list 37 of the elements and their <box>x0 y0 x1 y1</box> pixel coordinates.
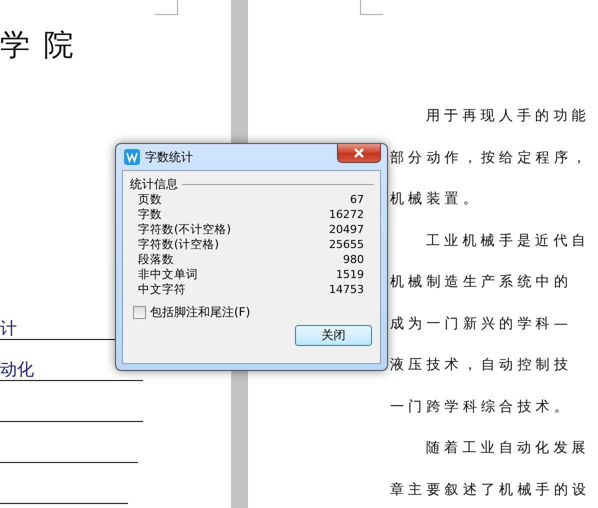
stat-value: 20497 <box>329 222 364 237</box>
text-line: 章主要叙述了机械手的设 <box>390 482 590 498</box>
text-line: 用于再现人手的功能 <box>426 108 590 124</box>
stat-value: 16272 <box>329 207 364 222</box>
stat-value: 25655 <box>329 237 364 252</box>
page-heading: 学 院 <box>0 28 77 64</box>
app-icon <box>124 149 140 165</box>
stat-label: 段落数 <box>138 252 175 267</box>
close-button[interactable]: 关闭 <box>295 325 372 346</box>
close-button[interactable] <box>337 144 381 163</box>
text-line: 工业机械手是近代自 <box>426 232 590 248</box>
window-title: 字数统计 <box>145 148 193 166</box>
stat-value: 67 <box>349 192 364 207</box>
text-line: 液压技术，自动控制技 <box>390 357 572 373</box>
stat-label: 非中文单词 <box>138 267 199 282</box>
text-line: 机械制造生产系统中的 <box>390 274 572 290</box>
text-line: 机械装置。 <box>390 191 481 207</box>
text-line: 一门跨学科综合技术。 <box>390 398 572 414</box>
group-title: 统计信息 <box>130 177 178 192</box>
checkbox-label: 包括脚注和尾注(F) <box>150 305 250 320</box>
crop-mark <box>155 0 178 15</box>
checkbox[interactable] <box>133 306 146 319</box>
text-line: 部分动作，按给定程序， <box>390 150 590 166</box>
stat-label: 字数 <box>138 207 163 222</box>
stat-label: 字符数(不计空格) <box>138 222 232 237</box>
stat-value: 1519 <box>335 267 364 282</box>
stat-label: 中文字符 <box>138 282 187 297</box>
field-text: 计 <box>0 319 17 339</box>
stat-label: 页数 <box>138 192 163 207</box>
crop-mark <box>360 0 383 15</box>
stat-label: 字符数(计空格) <box>138 237 220 252</box>
field-text: 动化 <box>0 360 34 380</box>
close-icon <box>352 148 366 158</box>
stat-value: 14753 <box>329 282 364 297</box>
text-line: 成为一门新兴的学科— <box>390 316 572 332</box>
stat-value: 980 <box>342 252 364 267</box>
text-line: 随着工业自动化发展 <box>426 440 590 456</box>
